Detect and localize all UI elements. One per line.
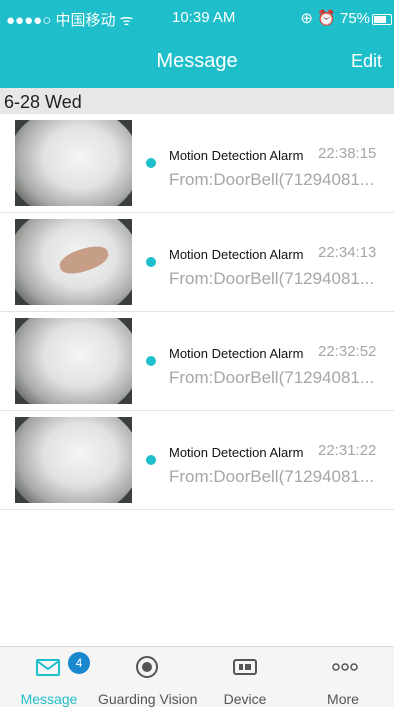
message-time: 22:31:22 (318, 442, 377, 459)
tab-guarding-vision[interactable]: Guarding Vision (98, 647, 198, 707)
snapshot-thumbnail (15, 417, 132, 503)
tab-label: More (327, 691, 359, 707)
message-time: 22:38:15 (318, 145, 377, 162)
message-title: Motion Detection Alarm (169, 247, 304, 262)
message-source: From:DoorBell(71294081... (169, 170, 375, 189)
edit-button[interactable]: Edit (351, 51, 382, 72)
unread-dot-icon (146, 158, 156, 168)
message-title: Motion Detection Alarm (169, 445, 304, 460)
unread-dot-icon (146, 356, 156, 366)
record-icon (136, 656, 158, 678)
message-item[interactable]: Motion Detection Alarm 22:31:22 From:Doo… (0, 411, 394, 510)
message-source: From:DoorBell(71294081... (169, 467, 375, 486)
message-item[interactable]: Motion Detection Alarm 22:38:15 From:Doo… (0, 114, 394, 213)
tab-message[interactable]: 4 Message (0, 647, 98, 707)
message-time: 22:32:52 (318, 343, 377, 360)
more-icon (332, 663, 358, 671)
snapshot-thumbnail (15, 219, 132, 305)
status-indicators: ⊕ ⏰ 75% (300, 10, 370, 27)
snapshot-thumbnail (15, 318, 132, 404)
snapshot-thumbnail (15, 120, 132, 206)
tab-label: Message (20, 691, 78, 707)
tab-bar: 4 Message Guarding Vision Device More (0, 646, 394, 707)
clock: 10:39 AM (172, 9, 236, 26)
message-item[interactable]: Motion Detection Alarm 22:32:52 From:Doo… (0, 312, 394, 411)
message-list: Motion Detection Alarm 22:38:15 From:Doo… (0, 114, 394, 510)
date-label: 6-28 Wed (4, 92, 82, 112)
page-title: Message (156, 50, 238, 72)
message-title: Motion Detection Alarm (169, 346, 304, 361)
message-time: 22:34:13 (318, 244, 377, 261)
battery-icon (372, 14, 392, 25)
date-section-header: 6-28 Wed (0, 88, 394, 114)
message-source: From:DoorBell(71294081... (169, 368, 375, 387)
tab-device[interactable]: Device (196, 647, 294, 707)
device-icon (233, 659, 257, 675)
message-title: Motion Detection Alarm (169, 148, 304, 163)
unread-dot-icon (146, 455, 156, 465)
message-source: From:DoorBell(71294081... (169, 269, 375, 288)
carrier-label: ●●●●○ 中国移动 ᯤ (6, 12, 134, 29)
unread-count-badge: 4 (68, 652, 90, 674)
status-bar: ●●●●○ 中国移动 ᯤ 10:39 AM ⊕ ⏰ 75% (0, 0, 394, 36)
tab-more[interactable]: More (294, 647, 392, 707)
nav-bar: Message Edit (0, 36, 394, 88)
message-item[interactable]: Motion Detection Alarm 22:34:13 From:Doo… (0, 213, 394, 312)
tab-label: Device (223, 691, 267, 707)
unread-dot-icon (146, 257, 156, 267)
tab-label: Guarding Vision (98, 691, 198, 707)
